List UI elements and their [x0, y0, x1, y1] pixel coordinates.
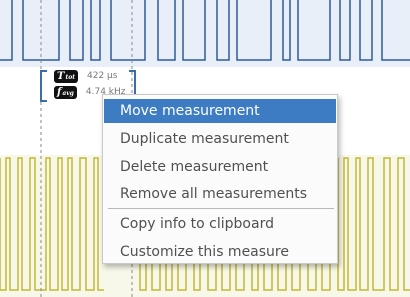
period-icon: Ttot	[54, 69, 78, 83]
period-value: 422 µs	[87, 71, 118, 81]
menu-item-move-measurement[interactable]: Move measurement	[104, 99, 336, 123]
frequency-icon: favg	[54, 85, 77, 99]
menu-item-duplicate-measurement[interactable]: Duplicate measurement	[104, 127, 336, 151]
menu-item-customize-measure[interactable]: Customize this measure	[104, 240, 336, 264]
menu-item-remove-all-measurements[interactable]: Remove all measurements	[104, 182, 336, 206]
period-row: Ttot 422 µs	[54, 69, 117, 83]
bracket-left	[40, 70, 47, 102]
menu-item-delete-measurement[interactable]: Delete measurement	[104, 155, 336, 179]
context-menu: Move measurement Duplicate measurement D…	[102, 94, 338, 264]
menu-separator	[108, 208, 334, 209]
channel-1-waveform	[0, 0, 410, 61]
menu-item-copy-info[interactable]: Copy info to clipboard	[104, 212, 336, 236]
